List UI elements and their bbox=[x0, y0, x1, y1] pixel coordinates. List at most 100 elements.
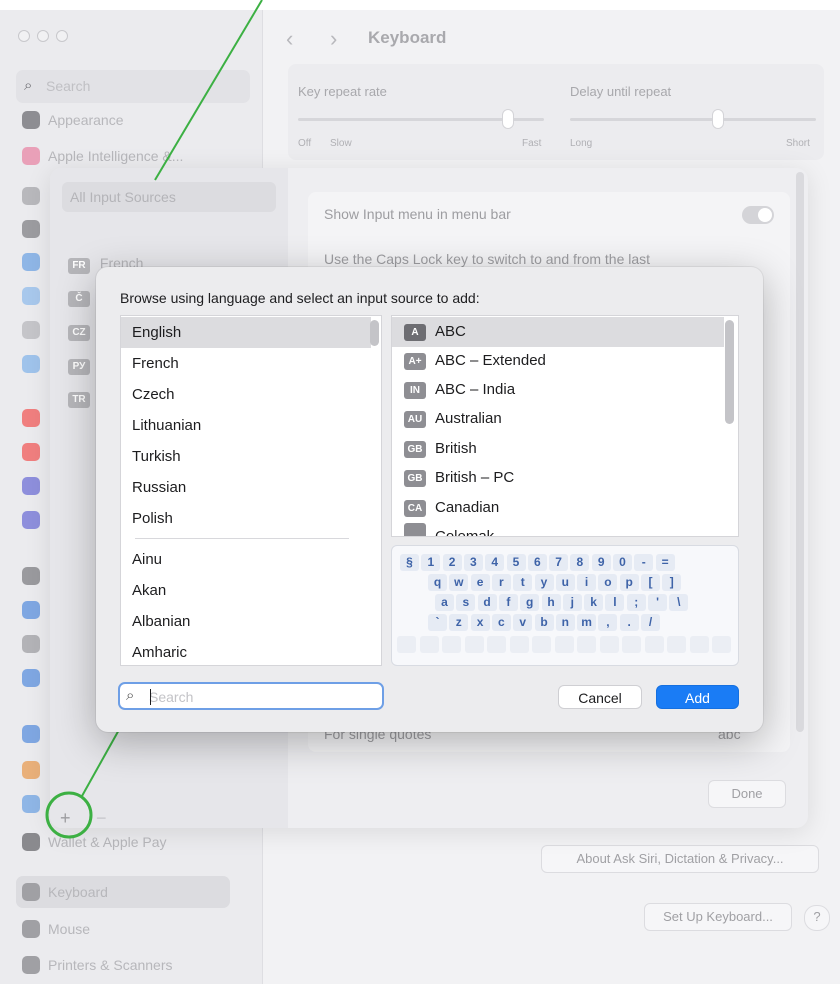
sidebar-item-label: Keyboard bbox=[48, 884, 108, 900]
source-list-scrollbar[interactable] bbox=[725, 320, 734, 424]
sidebar-app-icon bbox=[22, 253, 40, 271]
set-up-keyboard-button[interactable]: Set Up Keyboard... bbox=[644, 903, 792, 931]
key-repeat-slider-knob[interactable] bbox=[502, 109, 514, 129]
search-icon: ⌕ bbox=[126, 687, 135, 704]
sidebar-item-label: Mouse bbox=[48, 921, 91, 937]
back-chevron-icon[interactable]: ‹ bbox=[286, 26, 293, 52]
delay-repeat-slider[interactable] bbox=[570, 118, 816, 121]
language-list-scrollbar[interactable] bbox=[370, 320, 379, 346]
printer-icon bbox=[22, 956, 40, 974]
key-repeat-fast-label: Fast bbox=[522, 138, 542, 149]
keyboard-key: ; bbox=[626, 594, 646, 611]
appearance-icon bbox=[22, 111, 40, 129]
language-item-russian[interactable]: Russian bbox=[121, 472, 371, 503]
apple-intelligence-icon bbox=[22, 147, 40, 165]
source-item-canadian[interactable]: CA Canadian bbox=[392, 493, 724, 523]
keyboard-key: \ bbox=[669, 594, 689, 611]
keyboard-key: k bbox=[584, 594, 604, 611]
help-button[interactable]: ? bbox=[804, 905, 830, 931]
language-item-amharic[interactable]: Amharic bbox=[121, 637, 371, 665]
language-item-lithuanian[interactable]: Lithuanian bbox=[121, 410, 371, 441]
sidebar-search[interactable]: ⌕ Search bbox=[16, 70, 250, 103]
input-source-item[interactable]: TR bbox=[68, 389, 90, 408]
keyboard-key bbox=[689, 636, 709, 653]
keyboard-key: z bbox=[449, 614, 469, 631]
sidebar-item-wallet[interactable]: Wallet & Apple Pay bbox=[22, 830, 167, 854]
add-input-source-button[interactable]: + bbox=[60, 808, 71, 829]
zoom-window-button[interactable] bbox=[56, 30, 68, 42]
language-item-ainu[interactable]: Ainu bbox=[121, 544, 371, 575]
input-source-list[interactable]: A ABC A+ ABC – Extended IN ABC – India AU Au… bbox=[391, 315, 739, 537]
source-item-abc[interactable]: A ABC bbox=[392, 317, 724, 347]
source-label: ABC – India bbox=[435, 381, 516, 398]
sidebar-app-icon bbox=[22, 409, 40, 427]
source-item-abc-india[interactable]: IN ABC – India bbox=[392, 375, 724, 405]
sidebar-item-mouse[interactable]: Mouse bbox=[22, 917, 90, 941]
sidebar-item-label: Printers & Scanners bbox=[48, 957, 173, 973]
delay-long-label: Long bbox=[570, 138, 593, 149]
sidebar-item-label: Wallet & Apple Pay bbox=[48, 834, 167, 850]
sidebar-app-icon bbox=[22, 511, 40, 529]
source-label: Australian bbox=[435, 410, 502, 427]
sidebar-app-icon bbox=[22, 669, 40, 687]
dialog-search-field[interactable]: ⌕ bbox=[118, 682, 384, 710]
sheet-scrollbar[interactable] bbox=[796, 172, 804, 732]
forward-chevron-icon[interactable]: › bbox=[330, 26, 337, 52]
keyboard-key bbox=[487, 636, 506, 653]
remove-input-source-button[interactable]: − bbox=[96, 808, 107, 829]
source-item-abc-extended[interactable]: A+ ABC – Extended bbox=[392, 346, 724, 376]
keyboard-key: p bbox=[619, 574, 639, 591]
keyboard-key: u bbox=[555, 574, 575, 591]
input-source-item[interactable]: CZ bbox=[68, 322, 90, 341]
source-item-british-pc[interactable]: GB British – PC bbox=[392, 463, 724, 493]
done-button[interactable]: Done bbox=[708, 780, 786, 808]
key-repeat-slow-label: Slow bbox=[330, 138, 352, 149]
language-list[interactable]: English French Czech Lithuanian Turkish … bbox=[120, 315, 382, 666]
input-source-item[interactable]: Č bbox=[68, 288, 90, 307]
language-item-turkish[interactable]: Turkish bbox=[121, 441, 371, 472]
delay-repeat-slider-knob[interactable] bbox=[712, 109, 724, 129]
keyboard-key: b bbox=[534, 614, 554, 631]
all-input-sources-item[interactable]: All Input Sources bbox=[62, 182, 276, 212]
sidebar-item-apple-intelligence[interactable]: Apple Intelligence &... bbox=[22, 144, 183, 168]
sidebar-search-placeholder: Search bbox=[46, 78, 91, 94]
keyboard-key: h bbox=[541, 594, 561, 611]
key-repeat-label: Key repeat rate bbox=[298, 84, 387, 99]
sidebar-item-keyboard[interactable]: Keyboard bbox=[22, 880, 108, 904]
dialog-search-input[interactable] bbox=[147, 687, 376, 707]
source-badge: GB bbox=[404, 470, 426, 487]
language-item-akan[interactable]: Akan bbox=[121, 575, 371, 606]
sidebar-app-icon bbox=[22, 477, 40, 495]
dialog-title: Browse using language and select an inpu… bbox=[120, 290, 480, 306]
keyboard-key: 5 bbox=[506, 554, 526, 571]
source-item-australian[interactable]: AU Australian bbox=[392, 404, 724, 434]
source-item-colemak[interactable]: Colemak bbox=[392, 522, 724, 536]
keyboard-key: j bbox=[562, 594, 582, 611]
keyboard-key bbox=[554, 636, 574, 653]
source-item-british[interactable]: GB British bbox=[392, 434, 724, 464]
input-source-item[interactable]: РУ bbox=[68, 356, 90, 375]
language-item-english[interactable]: English bbox=[121, 317, 371, 348]
cancel-button[interactable]: Cancel bbox=[558, 685, 642, 709]
sidebar-item-printers[interactable]: Printers & Scanners bbox=[22, 953, 173, 977]
language-item-albanian[interactable]: Albanian bbox=[121, 606, 371, 637]
keyboard-key bbox=[712, 636, 731, 653]
keyboard-key: = bbox=[655, 554, 675, 571]
add-button[interactable]: Add bbox=[656, 685, 739, 709]
about-siri-button[interactable]: About Ask Siri, Dictation & Privacy... bbox=[541, 845, 819, 873]
keyboard-key: s bbox=[456, 594, 476, 611]
keyboard-key: n bbox=[555, 614, 575, 631]
keyboard-key: , bbox=[598, 614, 618, 631]
language-item-czech[interactable]: Czech bbox=[121, 379, 371, 410]
language-item-french[interactable]: French bbox=[121, 348, 371, 379]
key-repeat-off-label: Off bbox=[298, 138, 312, 149]
sidebar-item-appearance[interactable]: Appearance bbox=[22, 108, 124, 132]
show-input-menu-toggle[interactable] bbox=[742, 206, 774, 224]
keyboard-key: 1 bbox=[421, 554, 441, 571]
language-item-polish[interactable]: Polish bbox=[121, 503, 371, 534]
show-input-menu-label: Show Input menu in menu bar bbox=[324, 206, 511, 222]
wallet-icon bbox=[22, 833, 40, 851]
minimize-window-button[interactable] bbox=[37, 30, 49, 42]
keyboard-key bbox=[509, 636, 529, 653]
close-window-button[interactable] bbox=[18, 30, 30, 42]
